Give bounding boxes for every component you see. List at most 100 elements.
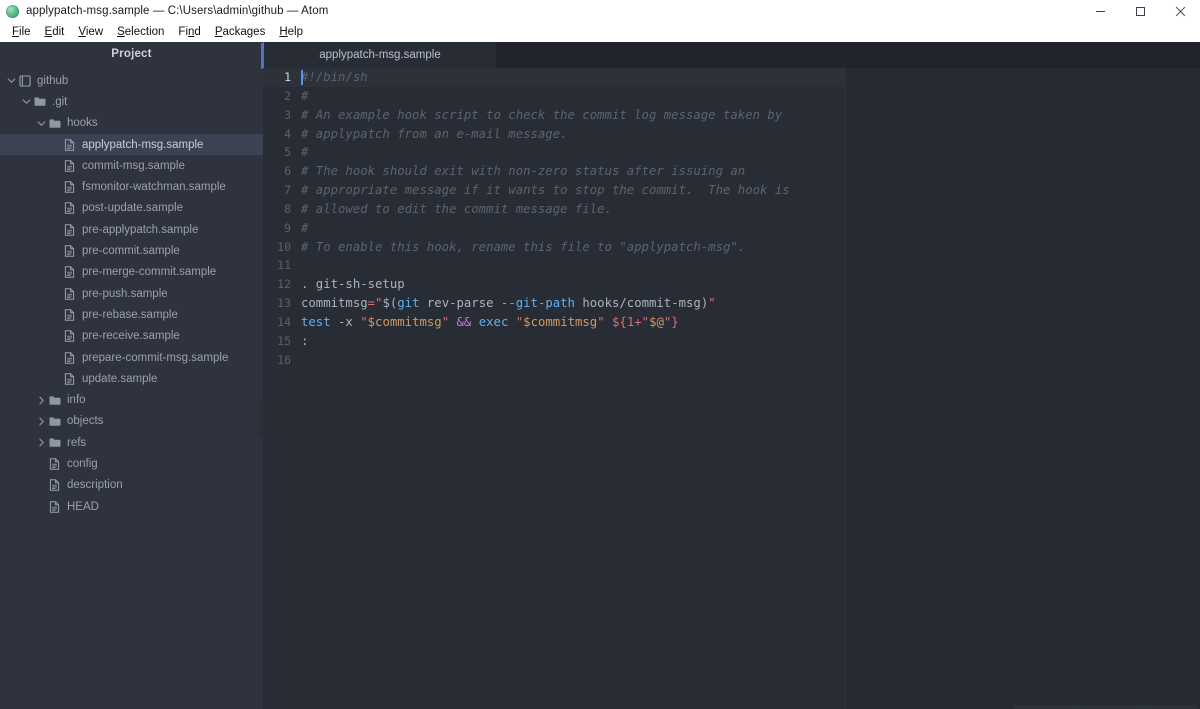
menu-item-packages[interactable]: Packages: [208, 22, 273, 42]
workspace: Project github .git hooks applypatch-msg.sa…: [0, 42, 1200, 709]
menu-item-view[interactable]: View: [71, 22, 110, 42]
tree-item-pre-commit-sample[interactable]: pre-commit.sample: [0, 240, 263, 261]
code-line-3: 3 # An example hook script to check the c…: [263, 106, 1200, 125]
code-line-8: 8 # allowed to edit the commit message fi…: [263, 200, 1200, 219]
tree-item-description[interactable]: description: [0, 475, 263, 496]
tree-item-github[interactable]: github: [0, 70, 263, 91]
tree-item-objects[interactable]: objects: [0, 411, 263, 432]
tree-item-pre-rebase-sample[interactable]: pre-rebase.sample: [0, 304, 263, 325]
line-number: 16: [277, 352, 291, 367]
tree-item-update-sample[interactable]: update.sample: [0, 368, 263, 389]
tree-item-applypatch-msg-sample[interactable]: applypatch-msg.sample: [0, 133, 263, 156]
tree-item-label: objects: [67, 415, 104, 428]
window-title: applypatch-msg.sample — C:\Users\admin\g…: [26, 5, 329, 17]
token-cm: # To enable this hook, rename this file …: [301, 239, 746, 254]
menu-mnemonic: n: [188, 26, 195, 38]
tree-item-hooks[interactable]: hooks: [0, 113, 263, 134]
file-icon: [62, 202, 77, 215]
tree-item-refs[interactable]: refs: [0, 432, 263, 453]
tree-item-label: config: [67, 457, 98, 470]
tree-item-commit-msg-sample[interactable]: commit-msg.sample: [0, 155, 263, 176]
code-text: # An example hook script to check the co…: [301, 106, 782, 125]
menu-item-edit[interactable]: Edit: [38, 22, 72, 42]
chevron-down-icon[interactable]: [6, 75, 17, 86]
folder-icon: [32, 96, 47, 107]
tree-item--git[interactable]: .git: [0, 91, 263, 112]
atom-logo-icon: [6, 4, 19, 18]
tree-item-fsmonitor-watchman-sample[interactable]: fsmonitor-watchman.sample: [0, 176, 263, 197]
code-line-1: 1 #!/bin/sh: [263, 68, 1200, 87]
tree-item-label: github: [37, 74, 69, 87]
menu-item-file[interactable]: File: [5, 22, 38, 42]
tree-item-pre-push-sample[interactable]: pre-push.sample: [0, 283, 263, 304]
code-text: :: [301, 332, 308, 351]
chevron-down-icon[interactable]: [36, 118, 47, 129]
menu-mnemonic: E: [44, 26, 53, 38]
line-number: 10: [277, 239, 291, 254]
code-editor[interactable]: 1 #!/bin/sh 2 #3 # An example hook script to…: [263, 68, 1200, 709]
tree-arrow-placeholder: [51, 352, 62, 363]
menu-item-help[interactable]: Help: [272, 22, 310, 42]
menu-item-find[interactable]: Find: [171, 22, 207, 42]
chevron-right-icon[interactable]: [36, 416, 47, 427]
project-sidebar: Project github .git hooks applypatch-msg.sa…: [0, 42, 263, 709]
close-button[interactable]: [1160, 0, 1200, 22]
token-var: $@: [649, 314, 664, 329]
tree-item-post-update-sample[interactable]: post-update.sample: [0, 198, 263, 219]
tree-item-label: post-update.sample: [82, 202, 184, 215]
file-icon: [47, 500, 62, 513]
file-icon: [62, 330, 77, 342]
code-line-12: 12 . git-sh-setup: [263, 275, 1200, 294]
tree-item-config[interactable]: config: [0, 453, 263, 474]
token-op: &&: [456, 314, 472, 329]
minimize-button[interactable]: [1080, 0, 1120, 22]
sidebar-title: Project: [111, 48, 152, 60]
menu-mnemonic: F: [12, 26, 20, 38]
code-text: . git-sh-setup: [301, 275, 405, 294]
tree-arrow-placeholder: [36, 480, 47, 491]
chevron-right-icon[interactable]: [36, 395, 47, 406]
line-number: 3: [284, 107, 291, 122]
file-icon: [62, 266, 77, 279]
code-line-14: 14 test -x "$commitmsg" && exec "$commitm…: [263, 313, 1200, 332]
line-number: 12: [277, 277, 291, 292]
tab-applypatch-msg-sample[interactable]: applypatch-msg.sample: [264, 42, 496, 68]
token-gry: -x: [338, 314, 353, 329]
line-number: 15: [277, 333, 291, 348]
token-pl: $(: [382, 296, 398, 311]
tree-item-prepare-commit-msg-sample[interactable]: prepare-commit-msg.sample: [0, 347, 263, 368]
tree-item-label: applypatch-msg.sample: [82, 138, 204, 151]
file-icon: [62, 181, 77, 193]
atom-window: applypatch-msg.sample — C:\Users\admin\g…: [0, 0, 1200, 709]
token-kw: exec: [478, 314, 509, 329]
line-number: 14: [277, 314, 291, 329]
menu-item-selection[interactable]: Selection: [110, 22, 171, 42]
code-line-10: 10 # To enable this hook, rename this fil…: [263, 238, 1200, 257]
line-number: 6: [284, 164, 291, 179]
code-line-6: 6 # The hook should exit with non-zero st…: [263, 162, 1200, 181]
chevron-right-icon[interactable]: [36, 437, 47, 448]
tree-item-head[interactable]: HEAD: [0, 496, 263, 517]
tree-item-info[interactable]: info: [0, 389, 263, 410]
code-line-5: 5 #: [263, 143, 1200, 162]
code-text: #: [301, 219, 308, 238]
tree-item-pre-merge-commit-sample[interactable]: pre-merge-commit.sample: [0, 262, 263, 283]
tree-item-label: commit-msg.sample: [82, 159, 185, 172]
chevron-down-icon[interactable]: [21, 96, 32, 107]
token-cm: #: [301, 145, 309, 160]
code-text: #!/bin/sh: [301, 68, 368, 87]
maximize-button[interactable]: [1120, 0, 1160, 22]
code-line-9: 9 #: [263, 219, 1200, 238]
token-str: ": [441, 314, 450, 329]
token-str: ${1+": [612, 314, 650, 329]
token-str: ": [360, 314, 368, 329]
tree-item-pre-receive-sample[interactable]: pre-receive.sample: [0, 326, 263, 347]
tree-item-label: info: [67, 394, 86, 407]
token-var: $commitmsg: [367, 314, 442, 329]
tree-item-pre-applypatch-sample[interactable]: pre-applypatch.sample: [0, 219, 263, 240]
menu-mnemonic: P: [214, 26, 223, 38]
